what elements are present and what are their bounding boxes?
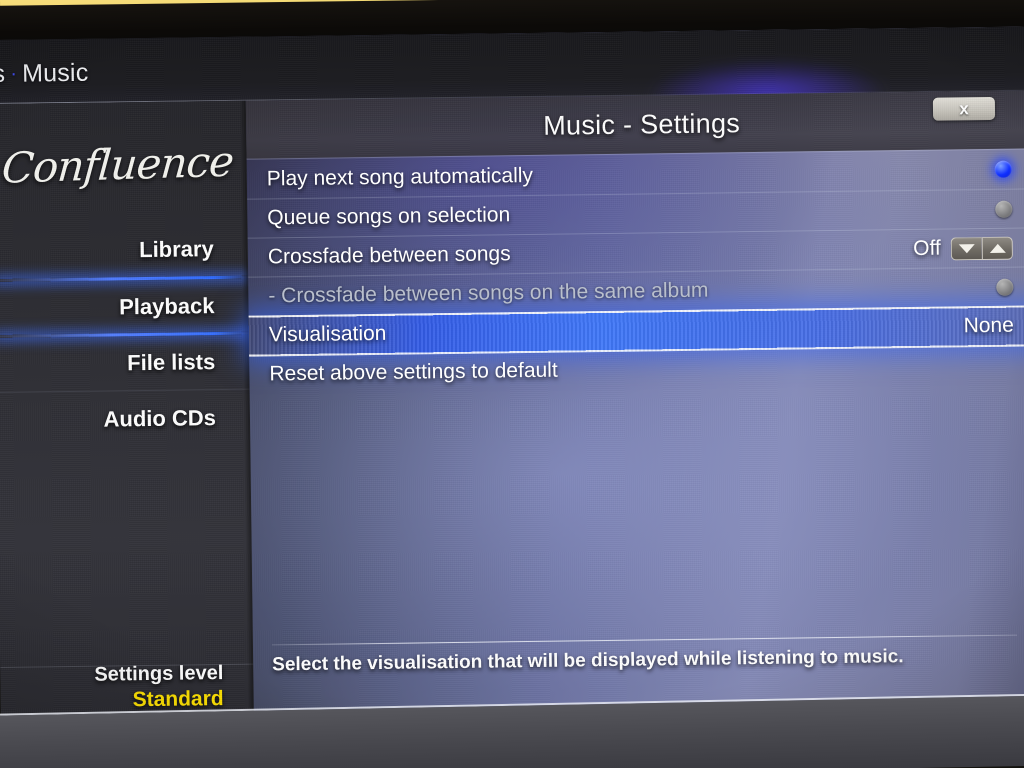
chevron-up-icon [989,243,1006,253]
photographed-screen: gs · Music Confluence Library Playback Fil… [0,0,1024,768]
sidebar-item-playback[interactable]: Playback [0,276,249,336]
sidebar-item-file-lists[interactable]: File lists [0,332,250,392]
chevron-down-icon [958,243,975,253]
skin-logo: Confluence [0,136,235,193]
setting-label: Reset above settings to default [269,358,558,386]
sidebar: Confluence Library Playback File lists A… [0,100,255,730]
sidebar-item-label: Library [138,236,214,263]
toggle-indicator-icon[interactable] [994,160,1012,178]
setting-label: Crossfade between songs [267,242,511,269]
setting-value: None [963,313,1014,338]
toggle-indicator-icon[interactable] [995,200,1013,218]
dialog-header: Music - Settings x [245,90,1024,159]
setting-label: - Crossfade between songs on the same al… [268,278,709,308]
sidebar-item-label: Playback [118,293,215,320]
sidebar-item-audio-cds[interactable]: Audio CDs [0,388,251,448]
settings-list: Play next song automatically Queue songs… [247,149,1024,394]
breadcrumb: gs · Music [0,59,89,89]
page-title: Music - Settings [543,108,741,141]
breadcrumb-separator-icon: · [10,62,18,85]
settings-level-button[interactable]: Settings level Standard [94,662,224,713]
breadcrumb-current[interactable]: Music [22,59,89,88]
setting-label: Visualisation [268,321,387,347]
sidebar-nav: Library Playback File lists Audio CDs [0,221,251,448]
spinner-control[interactable] [950,236,1013,260]
setting-value: Off [913,236,941,260]
toggle-indicator-icon[interactable] [996,278,1014,296]
sidebar-item-label: File lists [127,349,216,376]
setting-label: Play next song automatically [266,163,534,190]
close-icon[interactable]: x [932,96,996,121]
spinner-up-button[interactable] [981,236,1013,260]
sidebar-item-library[interactable]: Library [0,221,248,280]
settings-level-label: Settings level [94,662,224,686]
kodi-app-screen: gs · Music Confluence Library Playback Fil… [0,26,1024,730]
setting-label: Queue songs on selection [267,203,511,230]
spinner-down-button[interactable] [950,236,982,260]
sidebar-item-label: Audio CDs [103,405,217,432]
